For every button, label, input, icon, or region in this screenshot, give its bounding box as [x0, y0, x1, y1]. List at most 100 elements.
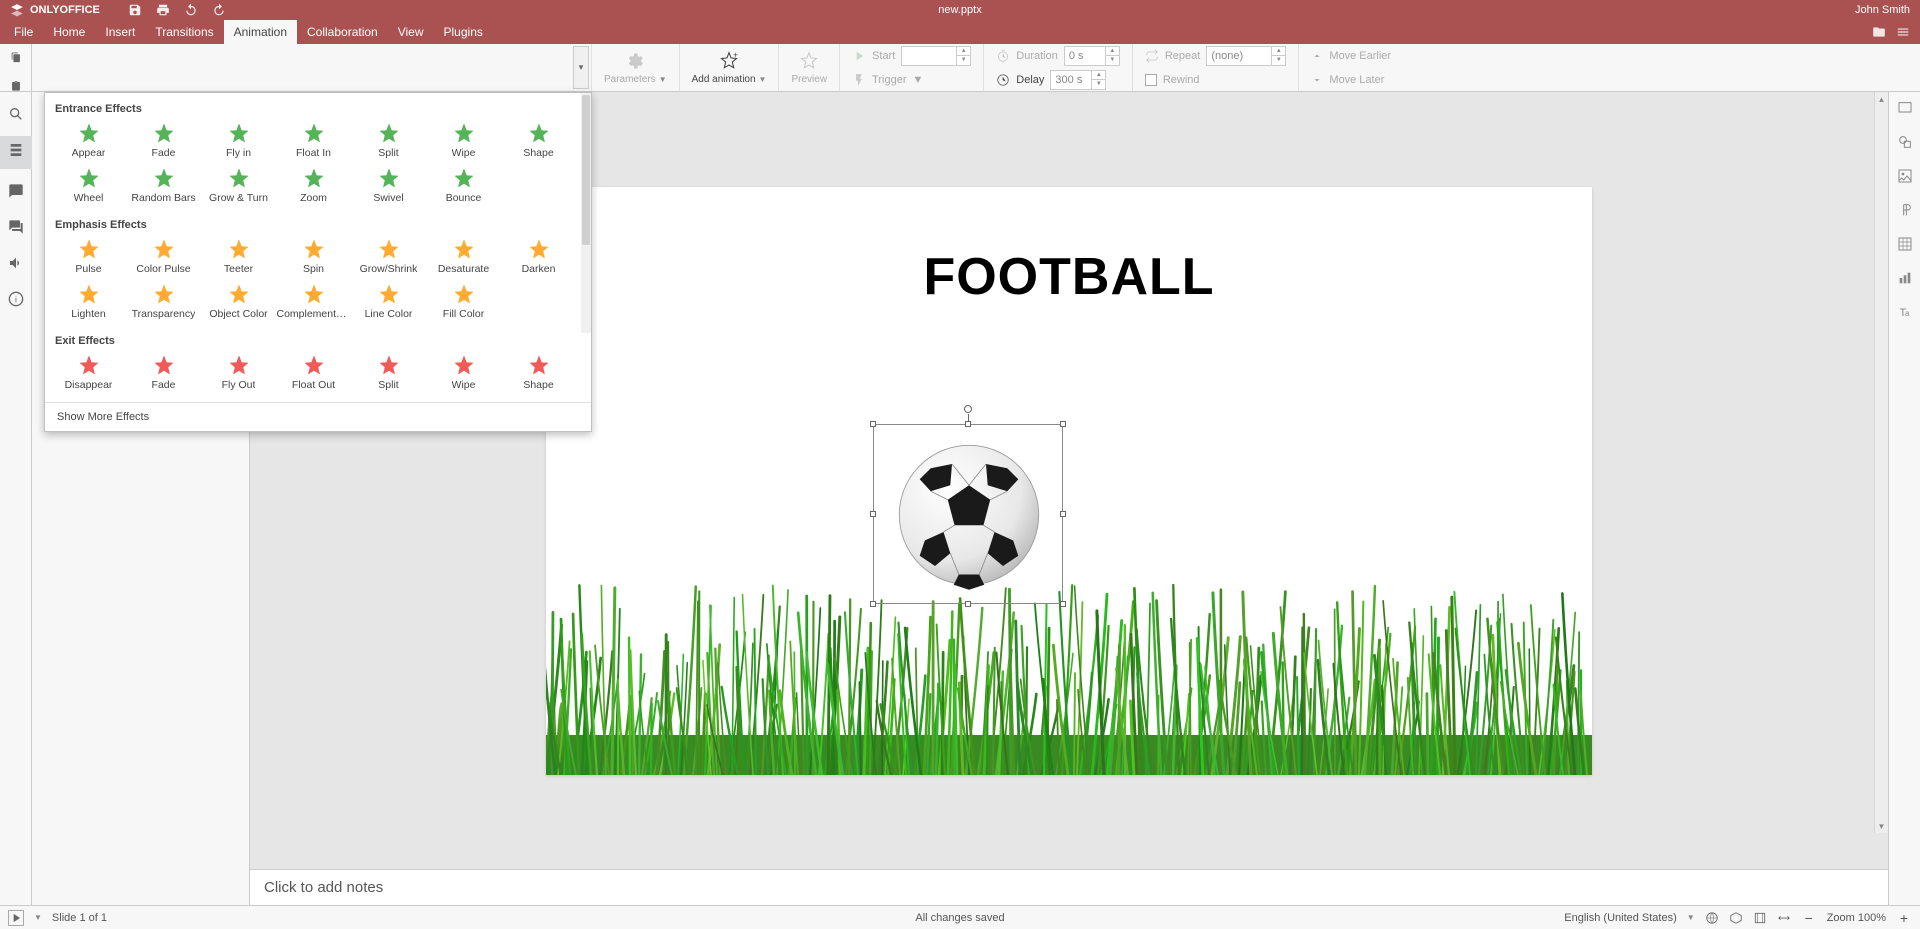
zoom-level[interactable]: Zoom 100% — [1827, 912, 1886, 924]
slide-title-text[interactable]: FOOTBALL — [546, 247, 1592, 307]
save-icon[interactable] — [128, 3, 142, 17]
effect-entrance-shape[interactable]: Shape — [501, 119, 576, 164]
comments-icon[interactable] — [8, 183, 24, 199]
resize-handle-w[interactable] — [870, 511, 876, 517]
tab-plugins[interactable]: Plugins — [434, 20, 493, 44]
effect-emphasis-complementar-[interactable]: Complementar... — [276, 280, 351, 325]
selected-object-frame[interactable] — [873, 424, 1063, 604]
image-settings-icon[interactable] — [1897, 168, 1913, 184]
effect-emphasis-lighten[interactable]: Lighten — [51, 280, 126, 325]
tab-insert[interactable]: Insert — [95, 20, 145, 44]
effect-entrance-zoom[interactable]: Zoom — [276, 164, 351, 209]
slides-icon[interactable] — [8, 142, 24, 158]
shape-settings-icon[interactable] — [1897, 134, 1913, 150]
resize-handle-sw[interactable] — [870, 601, 876, 607]
language-selector[interactable]: English (United States) — [1564, 912, 1677, 924]
effect-exit-float-out[interactable]: Float Out — [276, 351, 351, 396]
slide-settings-icon[interactable] — [1897, 100, 1913, 116]
table-settings-icon[interactable] — [1897, 236, 1913, 252]
effect-entrance-swivel[interactable]: Swivel — [351, 164, 426, 209]
effect-entrance-wipe[interactable]: Wipe — [426, 119, 501, 164]
tab-animation[interactable]: Animation — [224, 20, 297, 44]
effect-entrance-wheel[interactable]: Wheel — [51, 164, 126, 209]
zoom-in-button[interactable]: + — [1896, 910, 1912, 926]
move-earlier-label: Move Earlier — [1329, 50, 1391, 62]
canvas-scrollbar[interactable]: ▲ ▼ — [1874, 92, 1888, 833]
effect-exit-fade[interactable]: Fade — [126, 351, 201, 396]
effect-exit-wipe[interactable]: Wipe — [426, 351, 501, 396]
effect-entrance-fly-in[interactable]: Fly in — [201, 119, 276, 164]
effect-entrance-random-bars[interactable]: Random Bars — [126, 164, 201, 209]
slideshow-button[interactable] — [8, 910, 24, 926]
effect-exit-shape[interactable]: Shape — [501, 351, 576, 396]
effect-emphasis-fill-color[interactable]: Fill Color — [426, 280, 501, 325]
move-earlier-button: Move Earlier — [1311, 46, 1391, 66]
paragraph-settings-icon[interactable] — [1897, 202, 1913, 218]
rewind-control: Rewind — [1145, 70, 1286, 90]
tab-home[interactable]: Home — [43, 20, 95, 44]
copy-icon[interactable] — [8, 52, 24, 63]
resize-handle-n[interactable] — [965, 421, 971, 427]
popup-scrollbar[interactable] — [581, 93, 591, 333]
effect-emphasis-pulse[interactable]: Pulse — [51, 235, 126, 280]
redo-icon[interactable] — [212, 3, 226, 17]
undo-icon[interactable] — [184, 3, 198, 17]
effect-entrance-float-in[interactable]: Float In — [276, 119, 351, 164]
effect-entrance-bounce[interactable]: Bounce — [426, 164, 501, 209]
effect-emphasis-transparency[interactable]: Transparency — [126, 280, 201, 325]
chat-icon[interactable] — [8, 219, 24, 235]
add-animation-button[interactable]: + Add animation▼ — [680, 44, 780, 91]
zoom-out-button[interactable]: − — [1801, 910, 1817, 926]
delay-icon — [996, 73, 1010, 87]
effect-emphasis-grow-shrink[interactable]: Grow/Shrink — [351, 235, 426, 280]
parameters-button: Parameters▼ — [592, 44, 680, 91]
effect-exit-split[interactable]: Split — [351, 351, 426, 396]
chart-settings-icon[interactable] — [1897, 270, 1913, 286]
delay-control[interactable]: Delay 300 s▲▼ — [996, 70, 1120, 90]
fit-width-icon[interactable] — [1777, 911, 1791, 925]
tab-view[interactable]: View — [388, 20, 434, 44]
effect-emphasis-spin[interactable]: Spin — [276, 235, 351, 280]
open-location-icon[interactable] — [1872, 25, 1886, 39]
about-icon[interactable]: i — [8, 291, 24, 307]
tab-file[interactable]: File — [4, 20, 43, 44]
rotate-handle[interactable] — [964, 405, 972, 413]
notes-area[interactable]: Click to add notes — [250, 869, 1888, 905]
tab-collaboration[interactable]: Collaboration — [297, 20, 388, 44]
spellcheck-icon[interactable] — [1705, 911, 1719, 925]
feedback-icon[interactable] — [8, 255, 24, 271]
resize-handle-se[interactable] — [1060, 601, 1066, 607]
doclang-icon[interactable] — [1729, 911, 1743, 925]
show-more-effects[interactable]: Show More Effects — [45, 402, 591, 431]
tab-transitions[interactable]: Transitions — [145, 20, 223, 44]
effect-emphasis-teeter[interactable]: Teeter — [201, 235, 276, 280]
print-icon[interactable] — [156, 3, 170, 17]
effect-entrance-split[interactable]: Split — [351, 119, 426, 164]
gallery-dropdown-button[interactable]: ▾ — [573, 46, 589, 89]
effect-exit-fly-out[interactable]: Fly Out — [201, 351, 276, 396]
fit-page-icon[interactable] — [1753, 911, 1767, 925]
effect-entrance-grow-turn[interactable]: Grow & Turn — [201, 164, 276, 209]
effect-emphasis-object-color[interactable]: Object Color — [201, 280, 276, 325]
effect-emphasis-darken[interactable]: Darken — [501, 235, 576, 280]
textart-settings-icon[interactable]: Ta — [1897, 304, 1913, 320]
effect-emphasis-line-color[interactable]: Line Color — [351, 280, 426, 325]
paste-icon[interactable] — [8, 81, 24, 92]
effect-entrance-appear[interactable]: Appear — [51, 119, 126, 164]
resize-handle-nw[interactable] — [870, 421, 876, 427]
slide[interactable]: FOOTBALL — [546, 187, 1592, 775]
effect-emphasis-desaturate[interactable]: Desaturate — [426, 235, 501, 280]
delay-input[interactable]: 300 s▲▼ — [1050, 70, 1106, 90]
effect-emphasis-color-pulse[interactable]: Color Pulse — [126, 235, 201, 280]
effects-gallery[interactable]: ▾ — [32, 44, 592, 91]
user-name[interactable]: John Smith — [1855, 4, 1910, 16]
effect-entrance-fade[interactable]: Fade — [126, 119, 201, 164]
resize-handle-ne[interactable] — [1060, 421, 1066, 427]
title-bar: ONLYOFFICE new.pptx John Smith — [0, 0, 1920, 20]
effect-exit-disappear[interactable]: Disappear — [51, 351, 126, 396]
soccer-ball-image[interactable] — [884, 430, 1054, 600]
search-icon[interactable] — [8, 106, 24, 122]
menu-icon[interactable] — [1896, 25, 1910, 39]
resize-handle-e[interactable] — [1060, 511, 1066, 517]
resize-handle-s[interactable] — [965, 601, 971, 607]
